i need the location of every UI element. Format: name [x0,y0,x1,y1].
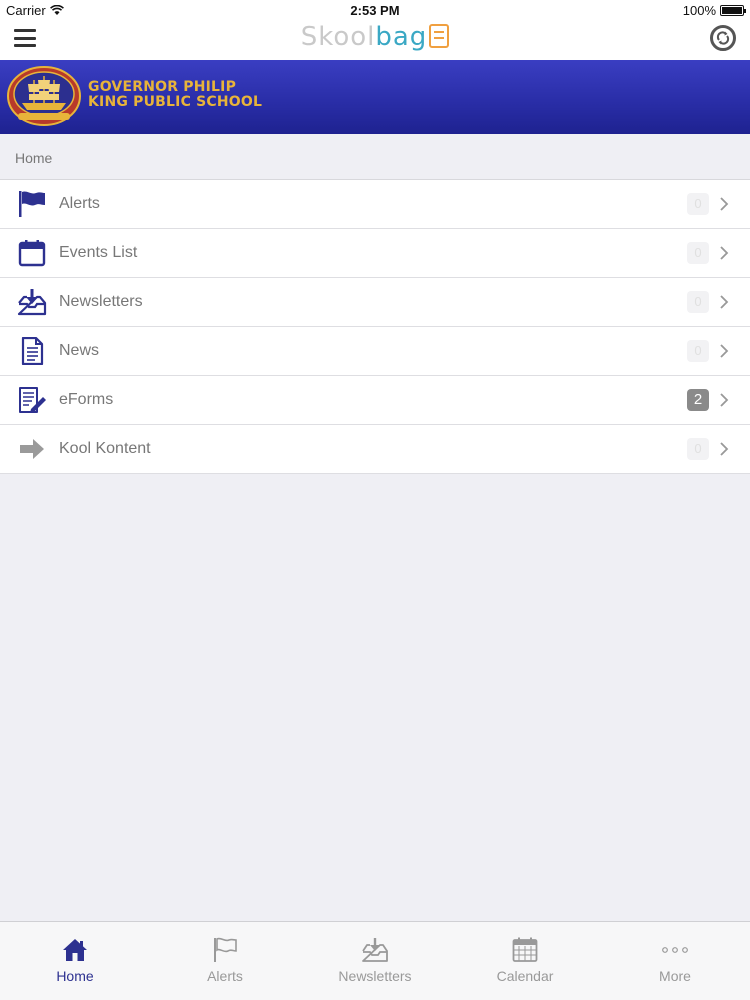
schoolbag-icon [429,24,450,48]
status-bar: Carrier 2:53 PM 100% [0,0,750,20]
count-badge: 0 [687,242,709,264]
school-crest-logo [7,66,81,126]
chevron-right-icon [720,344,729,358]
document-icon [16,336,48,366]
school-name-line2: KING PUBLIC SCHOOL [88,94,263,110]
tab-label: Alerts [207,968,243,984]
tab-label: More [659,968,691,984]
inbox-download-icon [16,287,48,317]
inbox-download-icon [361,936,389,964]
calendar-grid-icon [511,936,539,964]
status-right: 100% [682,3,746,18]
nav-bar: Skoolbag [0,20,750,60]
menu-item-newsletters[interactable]: Newsletters 0 [0,278,750,327]
tab-label: Home [56,968,94,984]
clock: 2:53 PM [350,3,400,18]
menu-item-label: eForms [59,391,114,408]
battery-percent: 100% [682,3,716,18]
school-name: GOVERNOR PHILIP KING PUBLIC SCHOOL [88,80,262,110]
skoolbag-logo: Skoolbag [0,22,750,52]
tab-more[interactable]: More [600,922,750,1000]
tab-calendar[interactable]: Calendar [450,922,600,1000]
school-banner: GOVERNOR PHILIP KING PUBLIC SCHOOL [0,60,750,134]
form-edit-icon [16,385,48,415]
flag-icon [211,936,239,964]
menu-item-events-list[interactable]: Events List 0 [0,229,750,278]
logo-text-accent: bag [375,22,428,52]
count-badge: 0 [687,291,709,313]
menu-item-label: Events List [59,244,138,261]
menu-item-label: Kool Kontent [59,440,151,457]
menu-item-eforms[interactable]: eForms 2 [0,376,750,425]
breadcrumb: Home [0,134,750,179]
chevron-right-icon [720,246,729,260]
flag-icon [16,189,48,219]
menu-item-news[interactable]: News 0 [0,327,750,376]
sync-icon [716,31,730,45]
chevron-right-icon [720,442,729,456]
menu-item-kool-kontent[interactable]: Kool Kontent 0 [0,425,750,474]
count-badge: 2 [687,389,709,411]
chevron-right-icon [720,393,729,407]
menu-item-label: News [59,342,100,359]
home-icon [61,936,89,964]
school-name-line1: GOVERNOR PHILIP [88,79,237,95]
tab-label: Newsletters [338,968,412,984]
tab-bar: Home Alerts Newsletters Calendar More [0,921,750,1000]
chevron-right-icon [720,295,729,309]
menu-item-label: Newsletters [59,293,143,310]
calendar-icon [16,238,48,268]
menu-item-alerts[interactable]: Alerts 0 [0,180,750,229]
battery-icon [720,5,746,16]
menu-item-label: Alerts [59,195,100,212]
tab-newsletters[interactable]: Newsletters [300,922,450,1000]
home-menu-list: Alerts 0 Events List 0 Newsletters 0 New… [0,179,750,474]
tab-home[interactable]: Home [0,922,150,1000]
tab-label: Calendar [496,968,554,984]
arrow-right-icon [16,434,48,464]
more-dots-icon [661,936,689,964]
chevron-right-icon [720,197,729,211]
count-badge: 0 [687,340,709,362]
count-badge: 0 [687,438,709,460]
count-badge: 0 [687,193,709,215]
tab-alerts[interactable]: Alerts [150,922,300,1000]
logo-text-light: Skool [300,22,376,52]
sync-button[interactable] [710,25,736,51]
